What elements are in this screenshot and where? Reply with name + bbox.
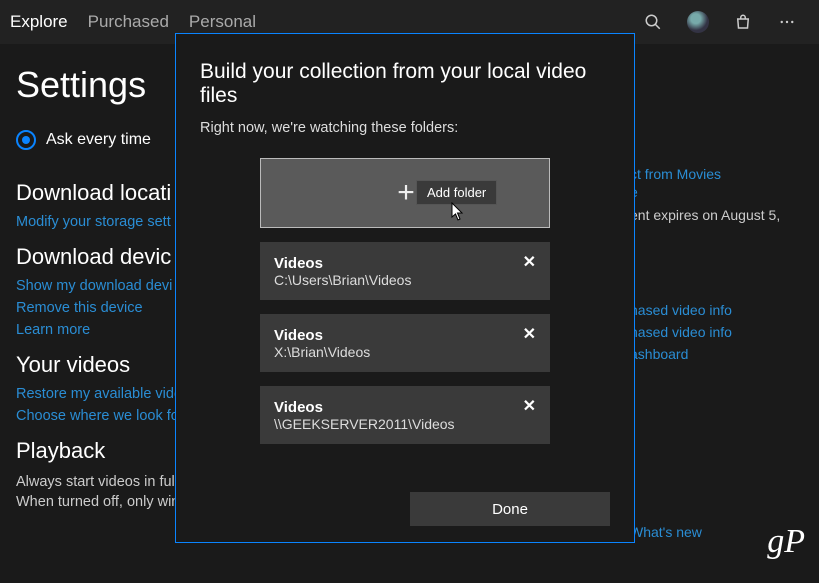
folder-tile[interactable]: Videos X:\Brian\Videos ✕: [260, 314, 550, 372]
watermark: gP: [767, 523, 805, 561]
dialog-overlay: Build your collection from your local vi…: [0, 0, 819, 583]
add-folder-button[interactable]: + Add folder: [260, 158, 550, 228]
folder-name: Videos: [274, 255, 411, 272]
close-icon[interactable]: ✕: [523, 396, 536, 416]
folder-tile[interactable]: Videos C:\Users\Brian\Videos ✕: [260, 242, 550, 300]
folder-name: Videos: [274, 327, 370, 344]
done-button[interactable]: Done: [410, 492, 610, 526]
folder-path: \\GEEKSERVER2011\Videos: [274, 416, 455, 432]
plus-icon: +: [397, 176, 415, 210]
dialog-subtitle: Right now, we're watching these folders:: [200, 120, 610, 136]
close-icon[interactable]: ✕: [523, 324, 536, 344]
folder-path: C:\Users\Brian\Videos: [274, 272, 411, 288]
folder-list: + Add folder Videos C:\Users\Brian\Video…: [200, 158, 610, 444]
folder-path: X:\Brian\Videos: [274, 344, 370, 360]
build-collection-dialog: Build your collection from your local vi…: [175, 33, 635, 543]
folder-name: Videos: [274, 399, 455, 416]
add-folder-tooltip: Add folder: [416, 180, 497, 205]
close-icon[interactable]: ✕: [523, 252, 536, 272]
dialog-title: Build your collection from your local vi…: [200, 60, 610, 108]
dialog-footer: Done: [200, 492, 610, 526]
folder-tile[interactable]: Videos \\GEEKSERVER2011\Videos ✕: [260, 386, 550, 444]
